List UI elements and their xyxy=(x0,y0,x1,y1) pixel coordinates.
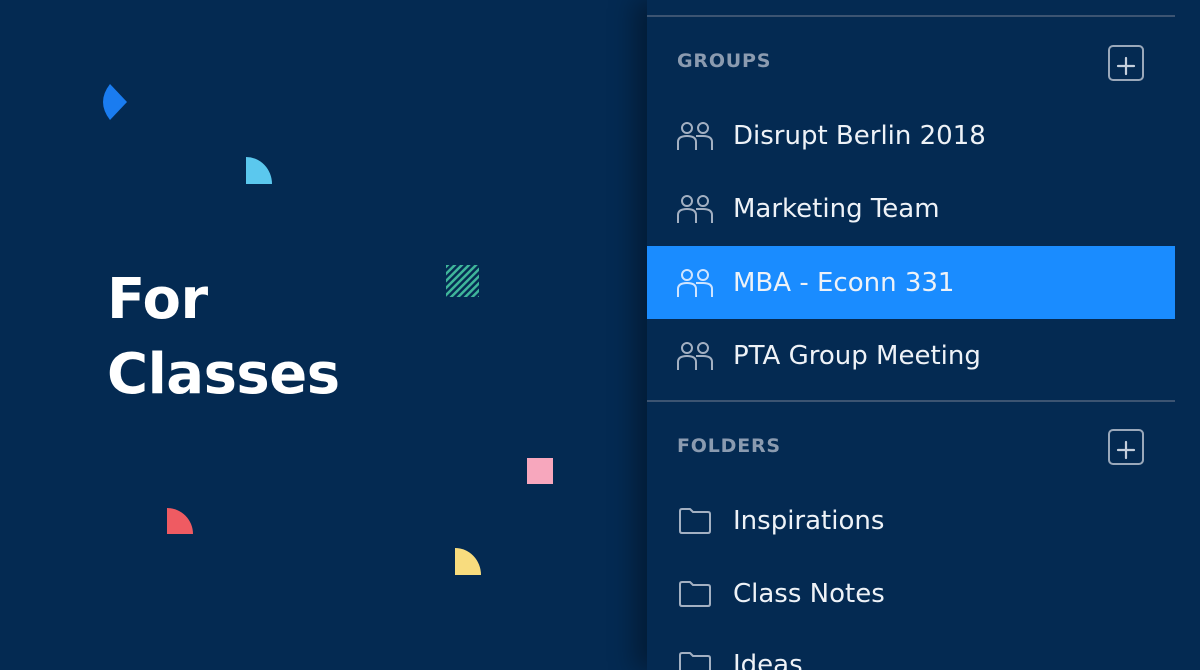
group-icon xyxy=(677,266,713,300)
add-group-button[interactable] xyxy=(1108,45,1144,81)
plus-icon xyxy=(1116,440,1136,460)
folders-section-title: FOLDERS xyxy=(677,435,781,457)
group-item-label: Marketing Team xyxy=(733,193,940,224)
confetti-yellow-quarter xyxy=(455,548,481,575)
group-icon xyxy=(677,192,713,226)
add-folder-button[interactable] xyxy=(1108,429,1144,465)
folder-icon xyxy=(677,577,713,611)
group-icon xyxy=(677,119,713,153)
folder-item-label: Ideas xyxy=(733,649,803,670)
folder-item-label: Class Notes xyxy=(733,578,885,609)
hero-title-line-2: Classes xyxy=(107,342,340,407)
group-item-label: Disrupt Berlin 2018 xyxy=(733,120,986,151)
folder-item-label: Inspirations xyxy=(733,505,885,536)
confetti-green-striped-square xyxy=(446,265,479,297)
group-item-pta-group-meeting[interactable]: PTA Group Meeting xyxy=(647,319,1175,392)
sidebar-panel: GROUPS Disrupt Berlin 2018 Marketing Tea… xyxy=(647,0,1200,670)
group-item-marketing-team[interactable]: Marketing Team xyxy=(647,172,1175,245)
confetti-cyan-quarter xyxy=(246,157,272,184)
top-divider xyxy=(647,15,1175,17)
folder-icon xyxy=(677,648,713,670)
folder-item-class-notes[interactable]: Class Notes xyxy=(647,557,1175,630)
group-item-label: MBA - Econn 331 xyxy=(733,267,955,298)
plus-icon xyxy=(1116,56,1136,76)
confetti-pink-square xyxy=(527,458,553,484)
section-divider xyxy=(647,400,1175,402)
group-icon xyxy=(677,339,713,373)
hero-title-line-1: For xyxy=(107,267,208,332)
groups-section-title: GROUPS xyxy=(677,50,772,72)
folder-item-ideas[interactable]: Ideas xyxy=(647,628,1175,670)
confetti-blue-shape xyxy=(103,84,127,120)
folder-icon xyxy=(677,504,713,538)
hero-title: For Classes xyxy=(107,262,340,412)
folder-item-inspirations[interactable]: Inspirations xyxy=(647,484,1175,557)
group-item-label: PTA Group Meeting xyxy=(733,340,981,371)
confetti-red-quarter xyxy=(167,508,193,534)
group-item-mba-econn-331[interactable]: MBA - Econn 331 xyxy=(647,246,1175,319)
group-item-disrupt-berlin-2018[interactable]: Disrupt Berlin 2018 xyxy=(647,99,1175,172)
